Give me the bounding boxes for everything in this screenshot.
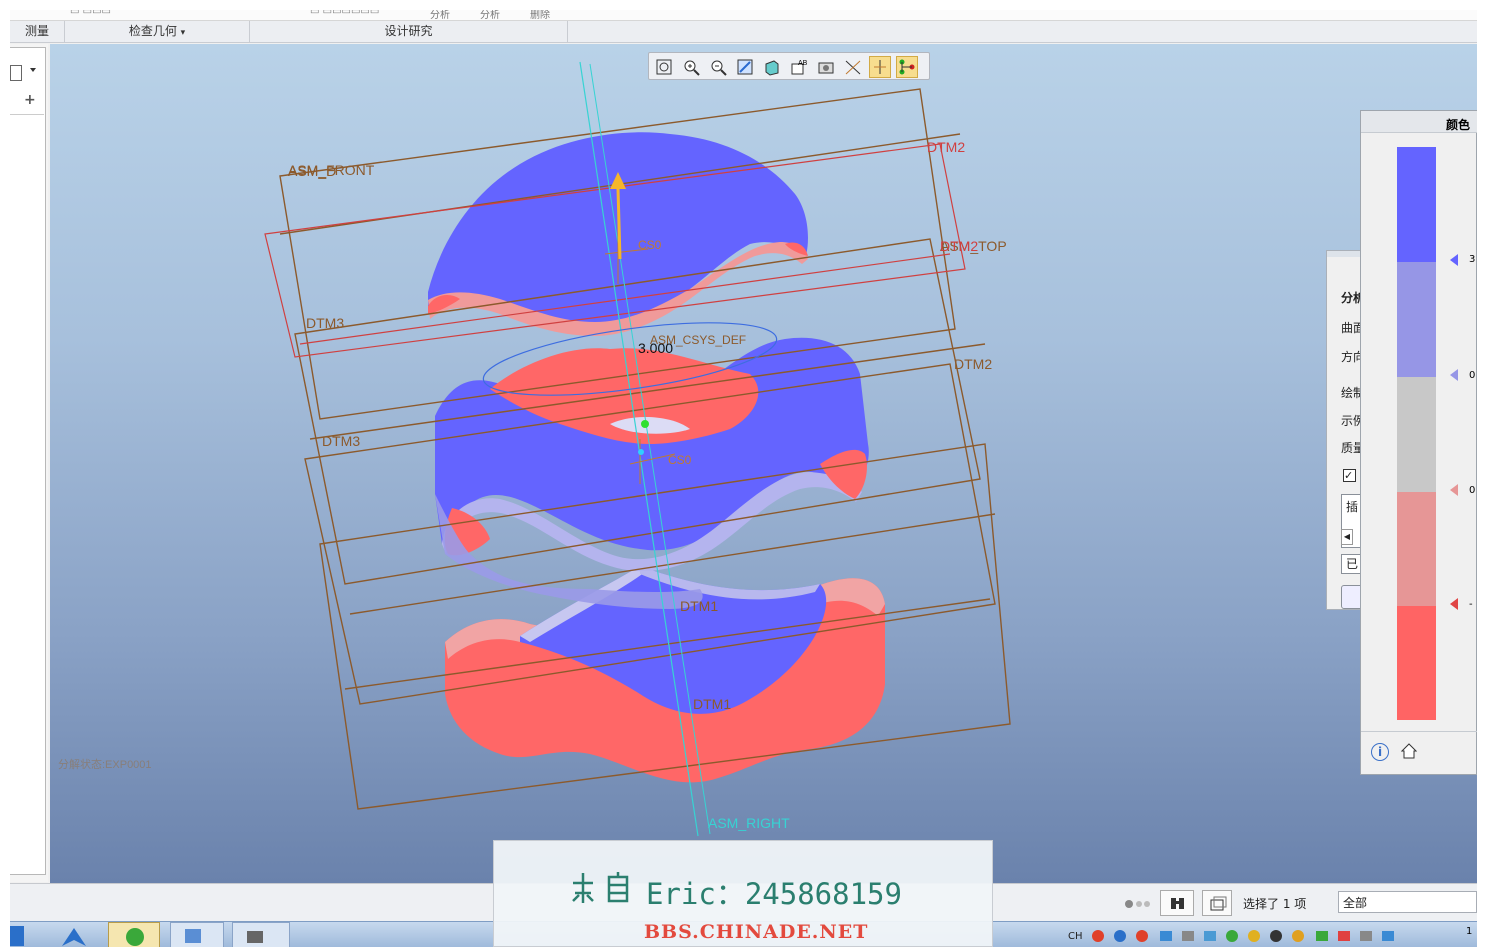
scale-marker[interactable] xyxy=(1450,254,1458,266)
scale-marker-label: 3 xyxy=(1469,254,1476,265)
chevron-down-icon: ▾ xyxy=(180,28,186,38)
scroll-left-icon[interactable]: ◀ xyxy=(1341,529,1353,545)
seal-logo-icon xyxy=(569,871,639,905)
scale-marker-label: 0 xyxy=(1469,370,1476,381)
color-band xyxy=(1397,492,1436,606)
app-taskbar-icon[interactable] xyxy=(170,922,224,947)
analysis-checkbox[interactable]: ✓ xyxy=(1343,469,1356,482)
repaint-icon[interactable] xyxy=(734,56,756,78)
color-band xyxy=(1397,147,1436,262)
add-icon[interactable]: + xyxy=(24,92,36,108)
ribbon-top-label[interactable]: 分析 xyxy=(480,10,500,21)
ribbon-top-label[interactable]: 删除 xyxy=(530,10,550,21)
divider xyxy=(10,114,44,115)
scale-marker[interactable] xyxy=(1450,369,1458,381)
label-asm-right[interactable]: ASM_RIGHT xyxy=(708,815,790,831)
progress-dots-icon xyxy=(1125,898,1155,908)
spin-center-icon[interactable] xyxy=(869,56,891,78)
analysis-list-item[interactable]: 插 xyxy=(1346,500,1358,514)
ribbon-group-row: 测量 检查几何 ▾ 设计研究 xyxy=(10,21,1477,43)
scale-marker-label: - xyxy=(1469,599,1473,610)
scale-marker-label: 0 xyxy=(1469,485,1476,496)
selection-box-icon[interactable] xyxy=(1202,890,1232,916)
label-dtm1-a[interactable]: DTM1 xyxy=(680,598,718,614)
label-dtm3-b[interactable]: DTM3 xyxy=(322,433,360,449)
start-button-icon[interactable] xyxy=(10,926,24,946)
display-style-icon[interactable] xyxy=(761,56,783,78)
color-scale-bar xyxy=(1397,147,1436,720)
group-design-study[interactable]: 设计研究 xyxy=(250,21,568,43)
zoom-out-icon[interactable] xyxy=(707,56,729,78)
app-taskbar-icon[interactable] xyxy=(108,922,160,947)
selection-status: 选择了 1 项 xyxy=(1243,897,1307,911)
app-taskbar-icon[interactable] xyxy=(232,922,290,947)
label-csys-upper: CS0 xyxy=(638,238,662,252)
color-band xyxy=(1397,606,1436,720)
clock[interactable]: 1 xyxy=(1466,926,1472,937)
ribbon-commands-strip: ▭ ▭▭▭ ▭ ▭▭▭▭▭▭ 分析 分析 删除 xyxy=(10,10,1477,21)
color-band xyxy=(1397,262,1436,377)
watermark-contact: Eric：245868159 xyxy=(646,877,902,911)
screen: ▭ ▭▭▭ ▭ ▭▭▭▭▭▭ 分析 分析 删除 测量 检查几何 ▾ 设计研究 + xyxy=(0,0,1487,951)
watermark-overlay: Eric：245868159 BBS.CHINADE.NET xyxy=(493,840,993,947)
ribbon-icon-stub[interactable]: ▭ ▭▭▭ xyxy=(70,10,111,17)
scale-marker[interactable] xyxy=(1450,484,1458,496)
home-icon[interactable] xyxy=(1400,743,1418,759)
watermark-url: BBS.CHINADE.NET xyxy=(644,921,869,943)
model-tree-body: + xyxy=(10,47,46,875)
label-dtm2-mid[interactable]: DTM2 xyxy=(954,356,992,372)
group-measure[interactable]: 测量 xyxy=(10,21,65,43)
dimension-value[interactable]: 3.000 xyxy=(638,340,673,356)
scale-marker[interactable] xyxy=(1450,598,1458,610)
group-check-geometry[interactable]: 检查几何 ▾ xyxy=(65,21,250,43)
graphics-area[interactable]: ASM_FRONT ASM_D DTM2 ASM_TOP DTM2 DTM3 D… xyxy=(50,44,1477,884)
label-asm-front-overlap: ASM_D xyxy=(288,163,336,179)
model-tree-panel: + xyxy=(10,44,48,882)
datum-display-icon[interactable] xyxy=(842,56,864,78)
explode-state-label: 分解状态:EXP0001 xyxy=(58,757,152,771)
analysis-field-value: 已 xyxy=(1346,557,1359,571)
selection-filter[interactable]: 全部 xyxy=(1338,891,1477,913)
model-canvas[interactable]: ASM_FRONT ASM_D DTM2 ASM_TOP DTM2 DTM3 D… xyxy=(50,44,1477,884)
ribbon-top-label[interactable]: 分析 xyxy=(430,10,450,21)
view-toolbar: AB xyxy=(648,52,930,80)
color-band xyxy=(1397,377,1436,492)
settings-icon[interactable] xyxy=(10,65,22,81)
middle-part[interactable] xyxy=(435,337,869,609)
label-dtm3-a[interactable]: DTM3 xyxy=(306,315,344,331)
group-check-geometry-label: 检查几何 xyxy=(128,24,177,38)
refit-icon[interactable] xyxy=(653,56,675,78)
label-dtm2-overlap: DTM2 xyxy=(940,238,978,254)
label-dtm1-b[interactable]: DTM1 xyxy=(693,696,731,712)
color-panel-title: 颜色 xyxy=(1446,118,1471,132)
svg-text:AB: AB xyxy=(798,60,808,67)
app-taskbar-icon[interactable] xyxy=(58,924,90,947)
creo-window: ▭ ▭▭▭ ▭ ▭▭▭▭▭▭ 分析 分析 删除 测量 检查几何 ▾ 设计研究 + xyxy=(10,10,1477,947)
system-tray-icons[interactable] xyxy=(1090,928,1450,944)
color-scale-panel: 颜色 3 0 0 - i xyxy=(1360,110,1477,775)
zoom-in-icon[interactable] xyxy=(680,56,702,78)
label-csys-lower: CS0 xyxy=(668,453,692,467)
ribbon-icon-stub[interactable]: ▭ ▭▭▭▭▭▭ xyxy=(310,10,379,17)
find-icon[interactable] xyxy=(1160,890,1194,916)
saved-views-icon[interactable]: AB xyxy=(788,56,810,78)
ime-indicator[interactable]: CH xyxy=(1068,931,1083,942)
label-dtm2-top[interactable]: DTM2 xyxy=(927,139,965,155)
chevron-down-icon[interactable] xyxy=(30,68,36,72)
info-icon[interactable]: i xyxy=(1371,743,1389,761)
view-manager-icon[interactable] xyxy=(815,56,837,78)
annotation-display-icon[interactable] xyxy=(896,56,918,78)
